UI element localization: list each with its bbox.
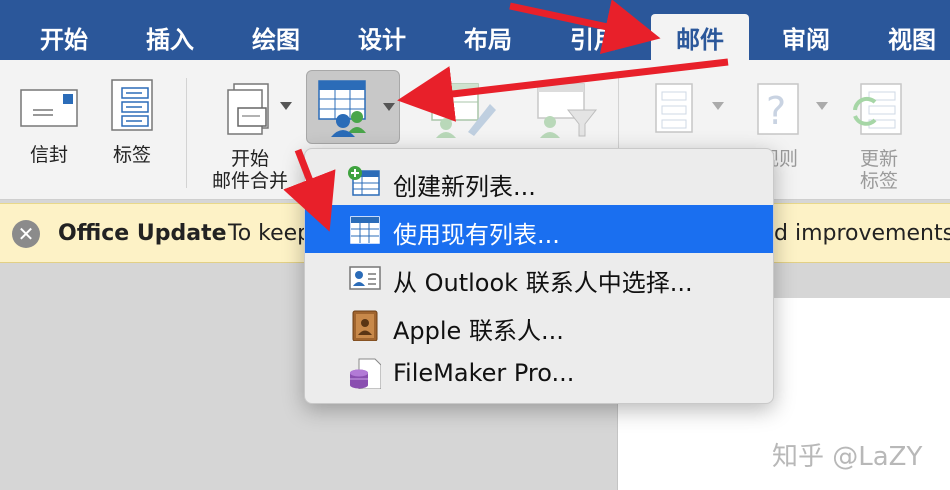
menu-item-label: FileMaker Pro... (393, 359, 575, 387)
update-bar-title: Office Update (58, 221, 227, 246)
filter-recipients-icon[interactable] (530, 80, 602, 140)
mail-merge-icon (227, 83, 269, 135)
tab-home[interactable]: 开始 (24, 14, 104, 60)
menu-item-use-existing-list[interactable]: 使用现有列表... (305, 205, 773, 253)
menu-item-label: Apple 联系人... (393, 317, 564, 345)
new-list-icon (348, 166, 380, 196)
tab-layout[interactable]: 布局 (448, 14, 528, 60)
tab-draw[interactable]: 绘图 (236, 14, 316, 60)
filemaker-icon (350, 358, 381, 389)
select-recipients-dropdown-caret (383, 103, 395, 111)
ribbon-tab-bar: 开始 插入 绘图 设计 布局 引用 邮件 审阅 视图 (0, 0, 950, 60)
start-mail-merge-button[interactable]: 开始 邮件合并 (200, 80, 300, 192)
watermark: 知乎 @LaZY (772, 442, 923, 472)
rules-icon[interactable]: ? (752, 80, 808, 140)
tab-mailings[interactable]: 邮件 (651, 14, 749, 60)
update-labels-button[interactable]: 更新 标签 (846, 80, 912, 192)
tab-insert[interactable]: 插入 (130, 14, 210, 60)
outlook-contacts-icon (349, 266, 381, 290)
rules-dropdown-caret[interactable] (816, 102, 828, 110)
tab-view[interactable]: 视图 (872, 14, 950, 60)
ribbon-separator (186, 78, 187, 188)
start-merge-label-1: 开始 (230, 148, 269, 170)
apple-contacts-icon (352, 310, 378, 341)
envelopes-label: 信封 (29, 144, 68, 166)
insert-merge-field-icon[interactable] (650, 80, 700, 140)
select-recipients-menu: 创建新列表... 使用现有列表... 从 Outlook 联系人中选择... A… (304, 148, 774, 404)
envelope-icon (20, 89, 78, 127)
merge-field-dropdown-caret[interactable] (712, 102, 724, 110)
menu-item-label: 使用现有列表... (393, 221, 560, 249)
labels-label: 标签 (112, 144, 151, 166)
start-merge-label-2: 邮件合并 (211, 170, 288, 192)
start-merge-dropdown-caret[interactable] (280, 102, 292, 110)
envelopes-button[interactable]: 信封 (14, 84, 84, 166)
labels-button[interactable]: 标签 (100, 78, 164, 166)
select-recipients-button[interactable] (306, 70, 400, 144)
svg-text:?: ? (766, 89, 786, 133)
existing-list-icon (350, 216, 380, 244)
edit-recipient-list-icon[interactable] (428, 80, 500, 140)
update-labels-icon (853, 83, 902, 135)
menu-item-create-new-list[interactable]: 创建新列表... (305, 157, 773, 205)
update-labels-label-2: 标签 (859, 170, 898, 192)
update-labels-label-1: 更新 (859, 148, 898, 170)
update-bar-text-tail: d improvements, (774, 221, 950, 246)
update-bar-text: To keep (228, 221, 312, 246)
tab-review[interactable]: 审阅 (766, 14, 846, 60)
menu-item-apple-contacts[interactable]: Apple 联系人... (305, 301, 773, 349)
tab-references[interactable]: 引用 (554, 14, 634, 60)
recipients-icon (318, 80, 366, 137)
close-icon[interactable]: ✕ (12, 220, 40, 248)
labels-icon (111, 79, 153, 131)
menu-item-label: 从 Outlook 联系人中选择... (393, 269, 693, 297)
menu-item-label: 创建新列表... (393, 173, 536, 201)
menu-item-filemaker-pro[interactable]: FileMaker Pro... (305, 349, 773, 397)
menu-item-outlook-contacts[interactable]: 从 Outlook 联系人中选择... (305, 253, 773, 301)
tab-design[interactable]: 设计 (342, 14, 422, 60)
